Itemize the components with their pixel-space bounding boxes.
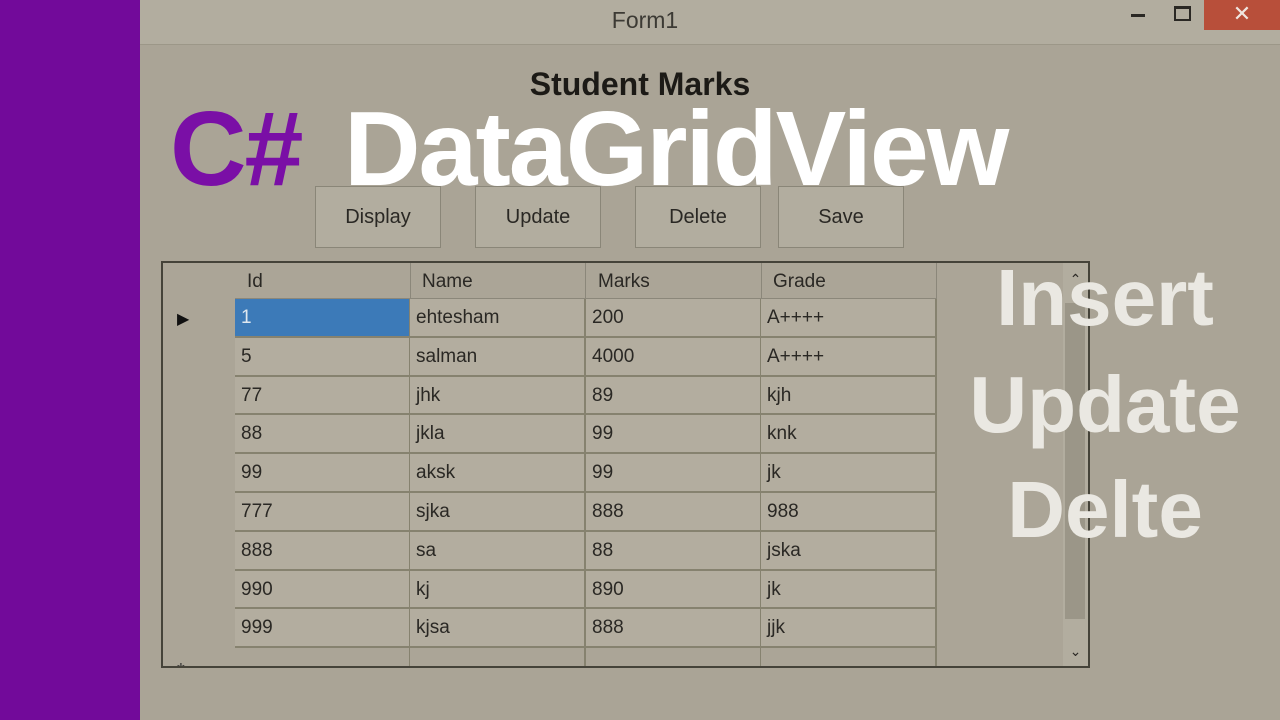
- new-row-cell[interactable]: [235, 648, 411, 666]
- table-cell[interactable]: 988: [761, 493, 937, 532]
- maximize-icon: [1174, 6, 1191, 21]
- current-row-indicator-icon: ▶: [177, 311, 190, 328]
- close-icon: ✕: [1232, 1, 1252, 26]
- table-cell[interactable]: kjsa: [410, 609, 586, 649]
- minimize-icon: [1131, 14, 1145, 17]
- new-row-cell[interactable]: [410, 648, 586, 666]
- new-row-cell[interactable]: [586, 648, 762, 666]
- overlay-csharp-text: C#: [170, 90, 304, 208]
- table-cell[interactable]: jjk: [761, 609, 937, 649]
- table-cell[interactable]: 888: [235, 531, 411, 571]
- close-button[interactable]: ✕: [1204, 0, 1280, 30]
- table-cell[interactable]: jska: [761, 531, 937, 571]
- table-cell[interactable]: 1: [235, 299, 411, 338]
- new-row-cell[interactable]: [761, 648, 937, 666]
- table-cell[interactable]: 5: [235, 337, 411, 377]
- table-cell[interactable]: jkla: [410, 415, 586, 455]
- table-cell[interactable]: aksk: [410, 454, 586, 493]
- table-cell[interactable]: 777: [235, 493, 411, 532]
- title-bar: Form1 ✕: [140, 0, 1280, 45]
- table-cell[interactable]: 999: [235, 609, 411, 649]
- scroll-thumb[interactable]: [1065, 303, 1085, 619]
- table-cell[interactable]: 88: [235, 415, 411, 455]
- table-cell[interactable]: kjh: [761, 376, 937, 416]
- scroll-down-icon[interactable]: ⌄: [1063, 643, 1088, 660]
- table-cell[interactable]: 200: [586, 299, 762, 338]
- row-header-column: [163, 263, 235, 666]
- table-cell[interactable]: sa: [410, 531, 586, 571]
- window-title: Form1: [611, 7, 679, 33]
- table-cell[interactable]: jk: [761, 570, 937, 610]
- overlay-title-text: DataGridView: [344, 90, 1009, 208]
- table-cell[interactable]: 77: [235, 376, 411, 416]
- overlay-delete-text: Delte: [1007, 465, 1203, 554]
- table-cell[interactable]: kj: [410, 570, 586, 610]
- table-cell[interactable]: 99: [586, 454, 762, 493]
- table-cell[interactable]: 4000: [586, 337, 762, 377]
- table-cell[interactable]: 890: [586, 570, 762, 610]
- table-cell[interactable]: knk: [761, 415, 937, 455]
- column-header-marks[interactable]: Marks: [586, 263, 762, 299]
- table-cell[interactable]: A++++: [761, 337, 937, 377]
- table-cell[interactable]: sjka: [410, 493, 586, 532]
- column-header-name[interactable]: Name: [410, 263, 586, 299]
- table-cell[interactable]: 990: [235, 570, 411, 610]
- table-cell[interactable]: ehtesham: [410, 299, 586, 338]
- new-row-indicator-icon: *: [177, 660, 185, 666]
- purple-side-bar: [0, 0, 140, 720]
- table-cell[interactable]: 888: [586, 609, 762, 649]
- overlay-update-text: Update: [969, 360, 1241, 449]
- table-cell[interactable]: jhk: [410, 376, 586, 416]
- table-cell[interactable]: 99: [235, 454, 411, 493]
- table-cell[interactable]: A++++: [761, 299, 937, 338]
- table-cell[interactable]: 89: [586, 376, 762, 416]
- table-cell[interactable]: salman: [410, 337, 586, 377]
- overlay-insert-text: Insert: [996, 253, 1214, 342]
- table-cell[interactable]: 888: [586, 493, 762, 532]
- column-header-grade[interactable]: Grade: [761, 263, 937, 299]
- table-cell[interactable]: jk: [761, 454, 937, 493]
- column-header-id[interactable]: Id: [235, 263, 411, 299]
- table-cell[interactable]: 99: [586, 415, 762, 455]
- minimize-button[interactable]: [1118, 0, 1164, 30]
- table-cell[interactable]: 88: [586, 531, 762, 571]
